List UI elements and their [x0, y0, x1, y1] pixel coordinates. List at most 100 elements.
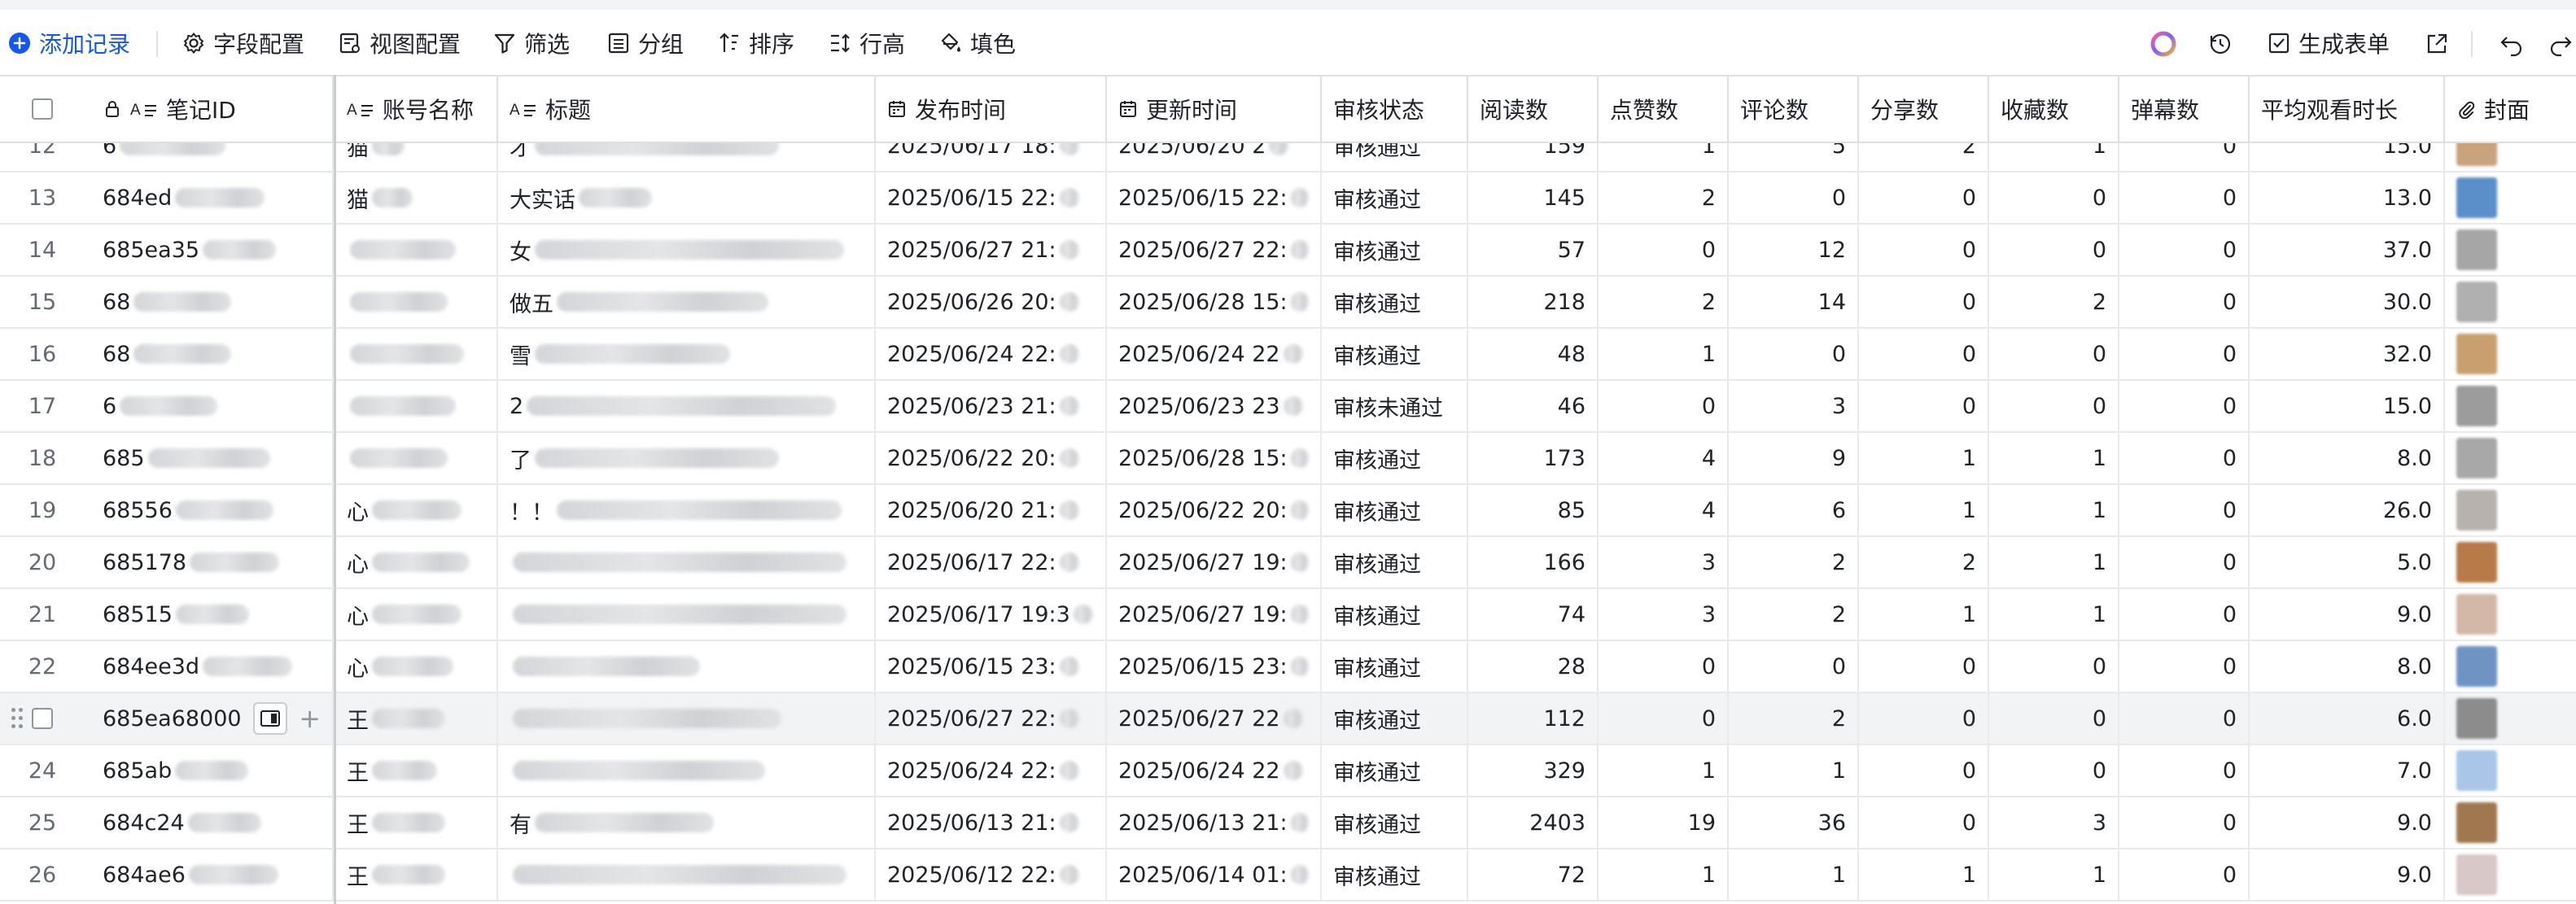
cover-thumbnail[interactable]	[2456, 386, 2497, 426]
title-cell[interactable]	[498, 589, 876, 640]
column-header-reads[interactable]: 阅读数	[1468, 76, 1599, 142]
row-checkbox[interactable]	[32, 708, 53, 729]
likes-cell[interactable]: 3	[1599, 537, 1729, 587]
table-row[interactable]: 21 68515 心 2025/06/17 19:3 2025/06/27 19: 审核通…	[0, 589, 2576, 641]
shares-cell[interactable]: 0	[1859, 641, 1989, 692]
likes-cell[interactable]: 4	[1599, 485, 1729, 535]
pub-cell[interactable]: 2025/06/17 22:	[876, 537, 1107, 587]
danmaku-cell[interactable]: 0	[2119, 589, 2250, 640]
status-cell[interactable]: 审核未通过	[1322, 381, 1468, 431]
shares-cell[interactable]: 0	[1859, 797, 1989, 848]
comments-cell[interactable]: 0	[1729, 641, 1859, 692]
upd-cell[interactable]: 2025/06/27 19:	[1107, 589, 1322, 640]
status-cell[interactable]: 审核通过	[1322, 589, 1468, 640]
column-header-title[interactable]: A 标题	[498, 76, 876, 142]
status-cell[interactable]: 审核通过	[1322, 745, 1468, 796]
acct-cell[interactable]	[335, 329, 498, 379]
column-header-publish-time[interactable]: 发布时间	[876, 76, 1107, 142]
cover-thumbnail[interactable]	[2456, 490, 2497, 531]
title-cell[interactable]	[498, 641, 876, 692]
reads-cell[interactable]: 2403	[1468, 797, 1599, 848]
likes-cell[interactable]: 19	[1599, 797, 1729, 848]
shares-cell[interactable]: 0	[1859, 693, 1989, 744]
likes-cell[interactable]: 2	[1599, 173, 1729, 223]
avg-cell[interactable]: 9.0	[2250, 797, 2445, 848]
column-header-note-id[interactable]: A 笔记ID	[85, 76, 334, 142]
upd-cell[interactable]: 2025/06/28 15:	[1107, 277, 1322, 327]
id-cell[interactable]: 6	[85, 381, 334, 431]
cover-thumbnail[interactable]	[2456, 646, 2497, 687]
avg-cell[interactable]: 6.0	[2250, 693, 2445, 744]
cover-cell[interactable]	[2445, 537, 2576, 587]
reads-cell[interactable]: 74	[1468, 589, 1599, 640]
danmaku-cell[interactable]: 0	[2119, 433, 2250, 483]
reads-cell[interactable]: 166	[1468, 537, 1599, 587]
shares-cell[interactable]: 2	[1859, 537, 1989, 587]
danmaku-cell[interactable]: 0	[2119, 329, 2250, 379]
danmaku-cell[interactable]: 0	[2119, 173, 2250, 223]
comments-cell[interactable]: 1	[1729, 849, 1859, 900]
reads-cell[interactable]: 85	[1468, 485, 1599, 535]
title-cell[interactable]: 2	[498, 381, 876, 431]
title-cell[interactable]: 了	[498, 433, 876, 483]
view-config-button[interactable]: 视图配置	[339, 23, 461, 63]
table-row[interactable]: 17 6 2 2025/06/23 21: 2025/06/23 23 审核未通过 46 0 3…	[0, 381, 2576, 433]
favs-cell[interactable]: 0	[1989, 693, 2119, 744]
history-icon[interactable]	[2202, 26, 2238, 62]
avg-cell[interactable]: 7.0	[2250, 745, 2445, 796]
upd-cell[interactable]: 2025/06/27 22:	[1107, 225, 1322, 275]
title-cell[interactable]: 大实话	[498, 173, 876, 223]
cover-cell[interactable]	[2445, 277, 2576, 327]
cover-cell[interactable]	[2445, 225, 2576, 275]
upd-cell[interactable]: 2025/06/15 22:	[1107, 173, 1322, 223]
ai-assistant-icon[interactable]	[2145, 26, 2181, 62]
danmaku-cell[interactable]: 0	[2119, 693, 2250, 744]
pub-cell[interactable]: 2025/06/13 21:	[876, 797, 1107, 848]
acct-cell[interactable]: 心	[335, 641, 498, 692]
danmaku-cell[interactable]: 0	[2119, 485, 2250, 535]
table-row[interactable]: 685ea68000 + 王 2025/06/27 22: 2025/06/27 22 审…	[0, 693, 2576, 745]
likes-cell[interactable]: 1	[1599, 329, 1729, 379]
cover-cell[interactable]	[2445, 329, 2576, 379]
id-cell[interactable]: 684c24	[85, 797, 334, 848]
cover-thumbnail[interactable]	[2456, 542, 2497, 583]
pub-cell[interactable]: 2025/06/22 20:	[876, 433, 1107, 483]
acct-cell[interactable]: 猫	[335, 173, 498, 223]
shares-cell[interactable]: 1	[1859, 433, 1989, 483]
sort-button[interactable]: 排序	[718, 23, 794, 63]
cover-cell[interactable]	[2445, 381, 2576, 431]
upd-cell[interactable]: 2025/06/24 22	[1107, 745, 1322, 796]
reads-cell[interactable]: 57	[1468, 225, 1599, 275]
acct-cell[interactable]	[335, 225, 498, 275]
comments-cell[interactable]: 9	[1729, 433, 1859, 483]
column-header-cover[interactable]: 封面	[2445, 76, 2576, 142]
select-all-checkbox[interactable]	[32, 98, 53, 120]
shares-cell[interactable]: 1	[1859, 849, 1989, 900]
acct-cell[interactable]: 王	[335, 693, 498, 744]
shares-cell[interactable]: 0	[1859, 381, 1989, 431]
column-header-update-time[interactable]: 更新时间	[1107, 76, 1322, 142]
id-cell[interactable]: 685	[85, 433, 334, 483]
avg-cell[interactable]: 32.0	[2250, 329, 2445, 379]
upd-cell[interactable]: 2025/06/13 21:	[1107, 797, 1322, 848]
cover-thumbnail[interactable]	[2456, 438, 2497, 478]
upd-cell[interactable]: 2025/06/15 23:	[1107, 641, 1322, 692]
table-row[interactable]: 15 68 做五 2025/06/26 20: 2025/06/28 15: 审核通过 21…	[0, 277, 2576, 329]
id-cell[interactable]: 685ea68000 +	[85, 693, 334, 744]
favs-cell[interactable]: 1	[1989, 589, 2119, 640]
status-cell[interactable]: 审核通过	[1322, 433, 1468, 483]
cover-cell[interactable]	[2445, 849, 2576, 900]
title-cell[interactable]	[498, 849, 876, 900]
group-button[interactable]: 分组	[607, 23, 684, 63]
upd-cell[interactable]: 2025/06/27 22	[1107, 693, 1322, 744]
id-cell[interactable]: 68	[85, 329, 334, 379]
table-row[interactable]: 26 684ae6 王 2025/06/12 22: 2025/06/14 01: 审核通…	[0, 849, 2576, 902]
undo-icon[interactable]	[2494, 26, 2530, 62]
acct-cell[interactable]: 王	[335, 849, 498, 900]
cover-cell[interactable]	[2445, 745, 2576, 796]
pub-cell[interactable]: 2025/06/27 22:	[876, 693, 1107, 744]
status-cell[interactable]: 审核通过	[1322, 225, 1468, 275]
table-row[interactable]: 18 685 了 2025/06/22 20: 2025/06/28 15: 审核通过 17…	[0, 433, 2576, 485]
id-cell[interactable]: 684ed	[85, 173, 334, 223]
cover-cell[interactable]	[2445, 693, 2576, 744]
